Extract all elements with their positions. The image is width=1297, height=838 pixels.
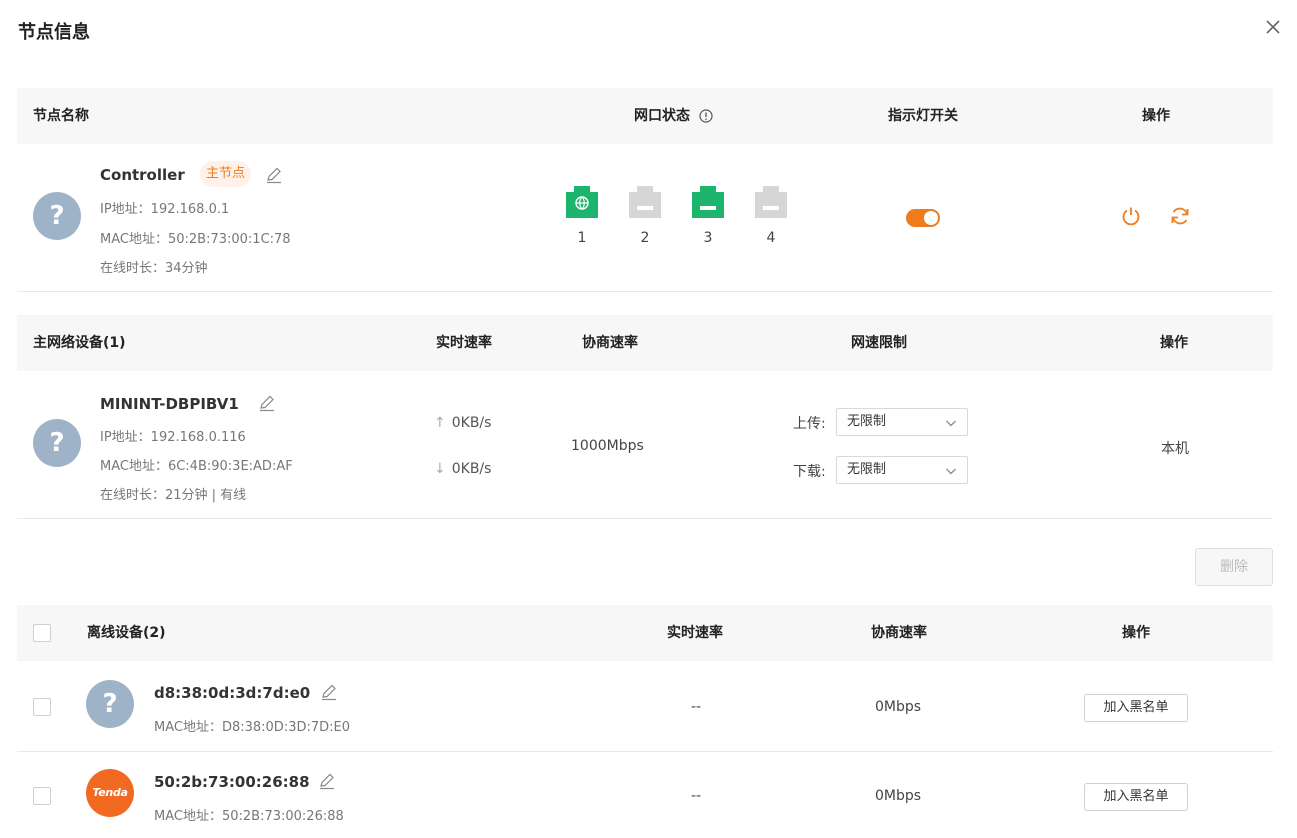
port-number: 1 [577, 230, 587, 246]
header-operation: 操作 [1142, 108, 1170, 124]
delete-button[interactable]: 删除 [1195, 548, 1273, 586]
header-offline-devices: 离线设备(2) [87, 625, 166, 641]
node-table-header: 节点名称 网口状态 指示灯开关 操作 [17, 88, 1273, 144]
header-negotiated-rate: 协商速率 [582, 335, 638, 351]
header-negotiated-rate: 协商速率 [871, 625, 927, 641]
arrow-up-icon: ↑ [434, 415, 446, 431]
download-limit-select[interactable]: 无限制 [836, 456, 968, 484]
edit-icon[interactable] [258, 394, 276, 412]
header-operation: 操作 [1122, 625, 1150, 641]
node-avatar: ? [33, 192, 81, 240]
select-all-checkbox[interactable] [33, 624, 51, 642]
edit-icon[interactable] [265, 166, 283, 184]
device-ip: IP地址：192.168.0.116 [100, 430, 246, 445]
negotiated-rate: 0Mbps [874, 788, 922, 804]
divider [17, 751, 1273, 752]
device-mac: MAC地址：50:2B:73:00:26:88 [154, 809, 344, 824]
header-speed-limit: 网速限制 [851, 335, 907, 351]
port-number: 4 [766, 230, 776, 246]
port-number: 3 [703, 230, 713, 246]
header-port-status: 网口状态 [634, 88, 713, 144]
realtime-rate: -- [690, 699, 702, 715]
negotiated-rate: 1000Mbps [571, 438, 644, 454]
port-3-icon [690, 184, 726, 220]
tenda-logo-avatar: Tenda [86, 769, 134, 817]
download-label: 下载: [793, 464, 826, 480]
negotiated-rate: 0Mbps [874, 699, 922, 715]
divider [17, 291, 1273, 292]
header-led-switch: 指示灯开关 [888, 108, 958, 124]
offline-devices-header: 离线设备(2) 实时速率 协商速率 操作 [17, 605, 1273, 661]
port-2-icon [627, 184, 663, 220]
reboot-icon[interactable] [1169, 205, 1191, 227]
device-online-time: 在线时长：21分钟 | 有线 [100, 488, 247, 503]
main-devices-header: 主网络设备(1) 实时速率 协商速率 网速限制 操作 [17, 315, 1273, 371]
edit-icon[interactable] [320, 683, 338, 701]
port-4-icon [753, 184, 789, 220]
add-to-blacklist-button[interactable]: 加入黑名单 [1084, 694, 1188, 722]
power-icon[interactable] [1120, 205, 1142, 227]
device-mac: MAC地址：D8:38:0D:3D:7D:E0 [154, 720, 351, 735]
device-name: 50:2b:73:00:26:88 [154, 773, 310, 791]
add-to-blacklist-button[interactable]: 加入黑名单 [1084, 783, 1188, 811]
device-avatar: ? [86, 680, 134, 728]
chevron-down-icon [945, 465, 957, 477]
node-name: Controller [100, 166, 185, 184]
device-avatar: ? [33, 419, 81, 467]
header-main-devices: 主网络设备(1) [33, 335, 126, 351]
upload-label: 上传: [793, 416, 826, 432]
close-icon[interactable] [1262, 16, 1284, 38]
row-checkbox[interactable] [33, 698, 51, 716]
header-realtime-rate: 实时速率 [667, 625, 723, 641]
divider [17, 518, 1273, 519]
upload-rate: ↑ 0KB/s [434, 415, 492, 431]
dialog-title: 节点信息 [18, 22, 90, 43]
port-1-wan-icon [564, 184, 600, 220]
header-realtime-rate: 实时速率 [436, 335, 492, 351]
device-name: d8:38:0d:3d:7d:e0 [154, 684, 311, 702]
realtime-rate: -- [690, 788, 702, 804]
node-online-time: 在线时长：34分钟 [100, 261, 208, 276]
edit-icon[interactable] [318, 772, 336, 790]
node-mac: MAC地址：50:2B:73:00:1C:78 [100, 232, 291, 247]
master-node-badge: 主节点 [200, 161, 252, 187]
operation-local: 本机 [1161, 441, 1189, 457]
info-icon[interactable] [699, 109, 713, 123]
device-mac: MAC地址：6C:4B:90:3E:AD:AF [100, 459, 293, 474]
chevron-down-icon [945, 417, 957, 429]
upload-limit-select[interactable]: 无限制 [836, 408, 968, 436]
port-number: 2 [640, 230, 650, 246]
header-operation: 操作 [1160, 335, 1188, 351]
header-node-name: 节点名称 [33, 108, 89, 124]
device-name: MININT-DBPIBV1 [100, 395, 239, 413]
led-toggle[interactable] [906, 209, 940, 227]
download-rate: ↓ 0KB/s [434, 461, 492, 477]
node-ip: IP地址：192.168.0.1 [100, 202, 230, 217]
arrow-down-icon: ↓ [434, 461, 446, 477]
row-checkbox[interactable] [33, 787, 51, 805]
